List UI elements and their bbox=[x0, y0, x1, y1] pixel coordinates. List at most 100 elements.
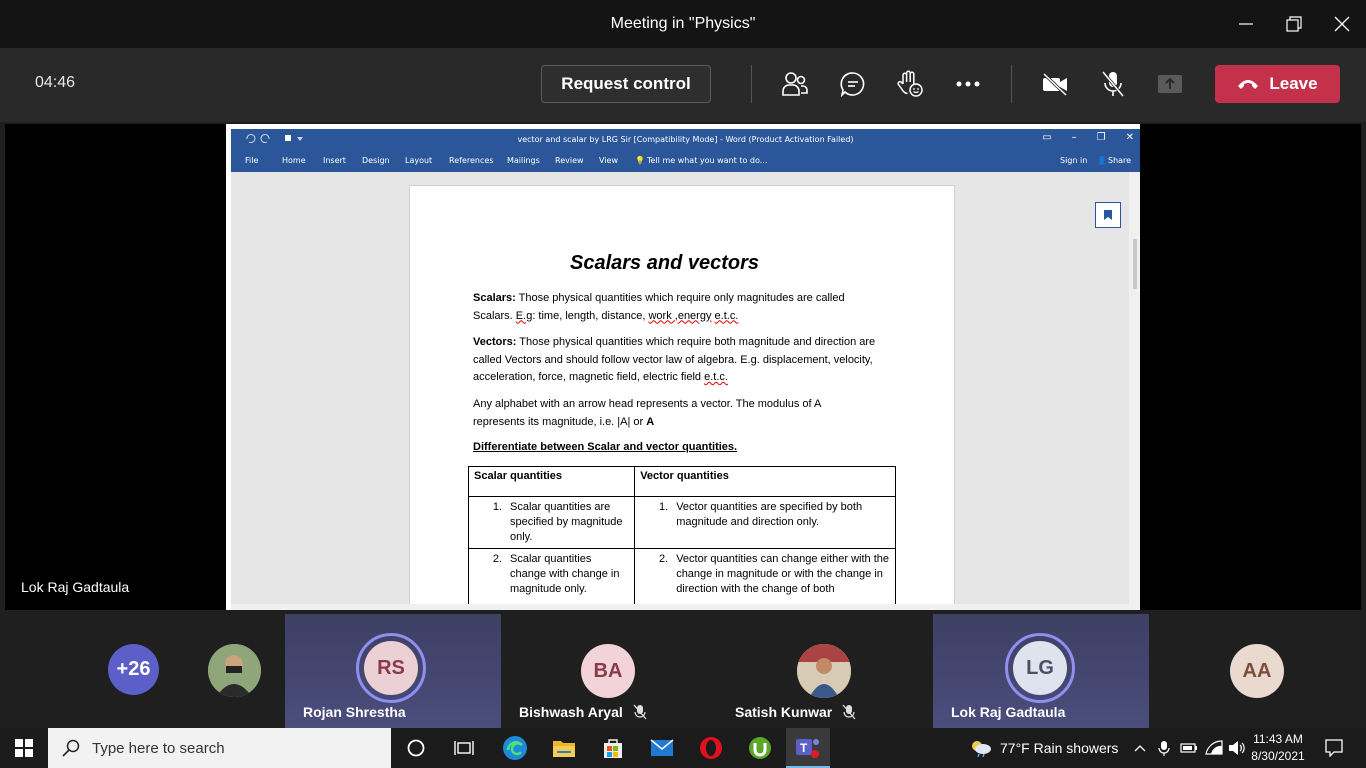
search-icon bbox=[62, 739, 80, 757]
taskbar-utorrent[interactable] bbox=[739, 728, 781, 768]
notification-icon bbox=[1325, 739, 1343, 757]
participant-name: Satish Kunwar bbox=[735, 704, 856, 720]
minimize-button[interactable] bbox=[1222, 0, 1270, 48]
mic-muted-icon bbox=[842, 704, 856, 720]
restore-button[interactable] bbox=[1270, 0, 1318, 48]
participant-tile[interactable]: Satish Kunwar bbox=[717, 614, 933, 728]
cortana-button[interactable] bbox=[396, 728, 436, 768]
shared-word-window: vector and scalar by LRG Sir [Compatibil… bbox=[226, 124, 1140, 610]
taskbar-opera[interactable] bbox=[690, 728, 732, 768]
taskbar-file-explorer[interactable] bbox=[543, 728, 585, 768]
person-photo-icon bbox=[797, 644, 851, 698]
network-tray[interactable] bbox=[1203, 728, 1225, 768]
weather-text: 77°F Rain showers bbox=[1000, 740, 1119, 756]
list-number: 2. bbox=[659, 553, 669, 565]
scalars-etc: e.t.c. bbox=[714, 309, 739, 322]
word-tab-review: Review bbox=[555, 156, 584, 165]
document-page: Scalars and vectors Scalars: Those physi… bbox=[409, 185, 955, 610]
participant-name-text: Rojan Shrestha bbox=[303, 704, 406, 720]
close-button[interactable] bbox=[1318, 0, 1366, 48]
mic-muted-icon bbox=[633, 704, 647, 720]
taskbar-clock[interactable]: 11:43 AM 8/30/2021 bbox=[1250, 731, 1306, 765]
title-bar: Meeting in "Physics" bbox=[0, 0, 1366, 48]
scalars-examples: : time, length, distance, bbox=[532, 309, 649, 322]
wifi-icon bbox=[1205, 740, 1223, 755]
people-icon bbox=[782, 72, 808, 96]
word-tab-mailings: Mailings bbox=[507, 156, 540, 165]
participant-tile[interactable]: BA Bishwash Aryal bbox=[501, 614, 717, 728]
task-view-button[interactable] bbox=[444, 728, 484, 768]
windows-taskbar: Type here to search T 77°F Rain showers bbox=[0, 728, 1366, 768]
svg-text:T: T bbox=[800, 741, 808, 755]
camera-toggle-button[interactable] bbox=[1037, 66, 1073, 102]
raise-hand-button[interactable] bbox=[892, 66, 928, 102]
scalar-point: Scalar quantities are specified by magni… bbox=[510, 501, 623, 543]
taskbar-teams[interactable]: T bbox=[786, 728, 830, 768]
list-number: 1. bbox=[659, 501, 669, 513]
tell-me-box: Tell me what you want to do... bbox=[647, 156, 768, 165]
show-hidden-icons-button[interactable] bbox=[1130, 728, 1150, 768]
share-content-button[interactable] bbox=[1152, 66, 1188, 102]
word-vertical-scrollbar bbox=[1129, 172, 1140, 604]
table-header-row: Scalar quantities Vector quantities bbox=[467, 466, 896, 497]
toolbar-divider bbox=[1011, 65, 1012, 103]
notation-paragraph: Any alphabet with an arrow head represen… bbox=[473, 396, 883, 431]
weather-widget[interactable]: 77°F Rain showers bbox=[970, 728, 1118, 768]
action-center-button[interactable] bbox=[1318, 728, 1350, 768]
word-tab-view: View bbox=[599, 156, 618, 165]
word-ribbon-tabs: File Home Insert Design Layout Reference… bbox=[231, 149, 1140, 172]
volume-tray[interactable] bbox=[1226, 728, 1248, 768]
scalars-definition: Those physical quantities which require … bbox=[515, 292, 845, 304]
word-minimize-icon: – bbox=[1071, 132, 1077, 143]
word-title-bar: vector and scalar by LRG Sir [Compatibil… bbox=[231, 129, 1140, 149]
start-button[interactable] bbox=[0, 728, 48, 768]
avatar: BA bbox=[581, 644, 635, 698]
clock-time: 11:43 AM bbox=[1253, 732, 1303, 746]
bookmark-button bbox=[1095, 202, 1121, 228]
participant-name: Lok Raj Gadtaula bbox=[951, 704, 1065, 720]
bookmark-icon bbox=[1104, 210, 1112, 220]
participant-tile[interactable]: AA bbox=[1149, 614, 1366, 728]
restore-icon bbox=[1286, 16, 1302, 32]
table-cell: 1. Scalar quantities are specified by mag… bbox=[467, 496, 636, 549]
participant-name: Bishwash Aryal bbox=[519, 704, 647, 720]
mic-off-icon bbox=[1101, 71, 1125, 97]
store-icon bbox=[604, 739, 622, 758]
request-control-button[interactable]: Request control bbox=[541, 65, 711, 103]
avatar: AA bbox=[1230, 644, 1284, 698]
taskbar-store[interactable] bbox=[592, 728, 634, 768]
presenter-name: Lok Raj Gadtaula bbox=[21, 579, 130, 595]
word-status-bar bbox=[231, 604, 1140, 610]
battery-tray[interactable] bbox=[1178, 728, 1200, 768]
mail-icon bbox=[650, 739, 674, 756]
opera-icon bbox=[700, 737, 722, 759]
taskbar-mail[interactable] bbox=[641, 728, 683, 768]
meeting-timer: 04:46 bbox=[35, 74, 76, 91]
speaker-icon bbox=[1229, 741, 1245, 755]
more-actions-button[interactable] bbox=[950, 66, 986, 102]
person-photo-icon bbox=[208, 644, 261, 697]
chat-button[interactable] bbox=[835, 66, 871, 102]
overflow-participants-button[interactable]: +26 bbox=[108, 644, 159, 695]
participant-tile[interactable]: LG Lok Raj Gadtaula bbox=[933, 614, 1149, 728]
microphone-tray[interactable] bbox=[1154, 728, 1174, 768]
leave-button[interactable]: Leave bbox=[1215, 65, 1340, 103]
participant-tile[interactable]: RS Rojan Shrestha bbox=[285, 614, 501, 728]
taskbar-search-box[interactable]: Type here to search bbox=[48, 728, 391, 768]
rain-cloud-icon bbox=[972, 741, 991, 757]
microphone-icon bbox=[1158, 741, 1170, 756]
participant-name-text: Bishwash Aryal bbox=[519, 704, 623, 720]
teams-icon: T bbox=[796, 739, 819, 758]
scalars-text: Scalars. bbox=[473, 309, 516, 322]
avatar: LG bbox=[1013, 641, 1067, 695]
scalars-work-energy: work ,energy bbox=[648, 309, 712, 322]
taskbar-edge[interactable] bbox=[494, 728, 536, 768]
mic-toggle-button[interactable] bbox=[1095, 66, 1131, 102]
word-window-controls: ▭ – ❐ ✕ bbox=[1042, 132, 1134, 143]
notation-line-1: Any alphabet with an arrow head represen… bbox=[473, 398, 822, 410]
share-tray-icon bbox=[1158, 75, 1182, 93]
scalar-column-header: Scalar quantities bbox=[467, 466, 636, 497]
quick-access-toolbar bbox=[245, 133, 303, 147]
folder-icon bbox=[553, 741, 575, 757]
participants-button[interactable] bbox=[777, 66, 813, 102]
